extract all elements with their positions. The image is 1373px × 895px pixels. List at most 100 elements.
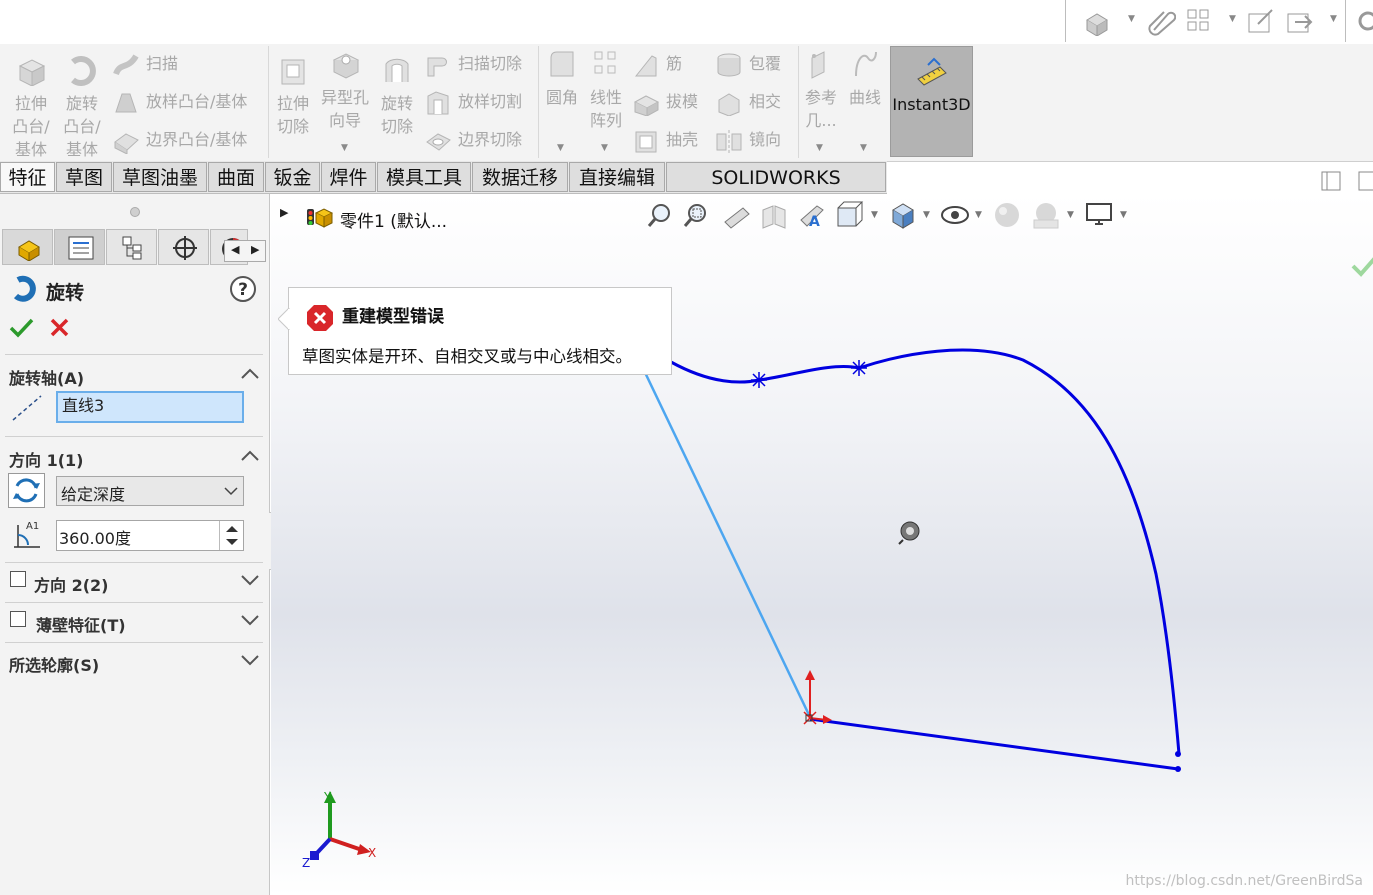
scroll-right-icon[interactable]: ▶: [251, 243, 259, 256]
tab-mold-tools[interactable]: 模具工具: [377, 162, 471, 192]
axis-selection-box[interactable]: 直线3: [56, 391, 244, 423]
chevron-down-icon[interactable]: ▼: [1229, 14, 1236, 24]
tab-feature-manager[interactable]: [2, 229, 53, 265]
chevron-down-icon[interactable]: [240, 613, 260, 627]
panel-grip-handle[interactable]: [130, 207, 140, 217]
fillet-button[interactable]: 圆角: [541, 48, 583, 109]
tab-dimxpert-manager[interactable]: [158, 229, 209, 265]
ok-checkmark-icon[interactable]: [8, 316, 36, 340]
sketch-endpoint[interactable]: [1175, 766, 1181, 772]
chevron-down-icon[interactable]: ▼: [923, 210, 930, 220]
grid-icon[interactable]: [1186, 6, 1214, 36]
tab-data-migration[interactable]: 数据迁移: [472, 162, 568, 192]
loft-boss-button[interactable]: 放样凸台/基体: [112, 87, 247, 117]
chevron-down-icon[interactable]: ▼: [341, 143, 348, 153]
help-icon[interactable]: ?: [229, 274, 259, 304]
chevron-down-icon[interactable]: ▼: [975, 210, 982, 220]
chevron-down-icon[interactable]: ▼: [860, 143, 867, 153]
origin-marker[interactable]: [803, 670, 832, 725]
chevron-down-icon[interactable]: ▼: [557, 143, 564, 153]
mirror-button[interactable]: 镜向: [715, 125, 781, 155]
cancel-x-icon[interactable]: [48, 316, 72, 340]
edit-appearance-icon[interactable]: [991, 200, 1023, 230]
spin-up-icon[interactable]: [225, 524, 239, 533]
boundary-boss-button[interactable]: 边界凸台/基体: [112, 125, 247, 155]
collapse-panel-icon[interactable]: [1320, 170, 1342, 192]
chevron-up-icon[interactable]: [240, 448, 260, 462]
boundary-cut-button[interactable]: 边界切除: [424, 125, 522, 155]
section-view-icon[interactable]: [759, 202, 789, 230]
zoom-to-fit-icon[interactable]: [646, 202, 674, 230]
part-name-label[interactable]: 零件1 (默认...: [340, 207, 447, 232]
apply-scene-icon[interactable]: [1030, 200, 1062, 230]
hole-wizard-button[interactable]: 异型孔 向导: [318, 48, 372, 132]
tab-solidworks-inspection[interactable]: SOLIDWORKS Inspection: [666, 162, 886, 219]
edit-component-icon[interactable]: [1246, 6, 1276, 36]
tab-features[interactable]: 特征: [0, 162, 55, 192]
tab-direct-editing[interactable]: 直接编辑: [569, 162, 665, 192]
sweep-button[interactable]: 扫描: [112, 49, 178, 79]
lofted-cut-button[interactable]: 放样切割: [424, 87, 522, 117]
tab-sketch[interactable]: 草图: [56, 162, 112, 192]
display-style-icon[interactable]: [887, 200, 919, 230]
end-condition-dropdown[interactable]: 给定深度: [56, 476, 244, 506]
thin-feature-checkbox[interactable]: [10, 611, 26, 627]
paperclip-icon[interactable]: [1146, 6, 1176, 36]
chevron-down-icon[interactable]: ▼: [1128, 14, 1135, 24]
revolve-cut-button[interactable]: 旋转 切除: [374, 54, 420, 138]
chevron-up-icon[interactable]: [240, 366, 260, 380]
part-icon[interactable]: [304, 201, 334, 231]
reference-geometry-button[interactable]: 参考 几...: [800, 48, 842, 132]
sketch-endpoint[interactable]: [1175, 751, 1181, 757]
scroll-left-icon[interactable]: ◀: [231, 243, 239, 256]
revolve-boss-button[interactable]: 旋转 凸台/ 基体: [59, 54, 105, 161]
tab-sketch-ink[interactable]: 草图油墨: [113, 162, 207, 192]
chevron-down-icon[interactable]: ▼: [1120, 210, 1127, 220]
angle-input[interactable]: 360.00度: [56, 520, 244, 551]
sketch-spline[interactable]: [670, 348, 1181, 755]
axis-section-title[interactable]: 旋转轴(A): [9, 365, 84, 389]
thin-feature-section-title[interactable]: 薄壁特征(T): [36, 612, 126, 636]
angle-spinner[interactable]: [219, 521, 244, 550]
zoom-to-area-icon[interactable]: [682, 202, 710, 230]
chevron-down-icon[interactable]: ▼: [1330, 14, 1337, 24]
curves-button[interactable]: 曲线: [845, 48, 885, 109]
linear-pattern-button[interactable]: 线性 阵列: [584, 48, 628, 132]
view-orientation-icon[interactable]: [834, 200, 866, 230]
direction1-section-title[interactable]: 方向 1(1): [9, 447, 83, 471]
swept-cut-button[interactable]: 扫描切除: [424, 49, 522, 79]
task-pane-icon[interactable]: [1355, 170, 1373, 192]
spline-point-marker[interactable]: [751, 372, 767, 388]
instant3d-button[interactable]: Instant3D: [890, 46, 973, 157]
expand-arrow-icon[interactable]: ▶: [280, 206, 288, 219]
tab-configuration-manager[interactable]: [106, 229, 157, 265]
chevron-down-icon[interactable]: ▼: [1067, 210, 1074, 220]
centerline-3[interactable]: [638, 361, 812, 718]
tab-weldments[interactable]: 焊件: [321, 162, 376, 192]
intersect-button[interactable]: 相交: [715, 87, 781, 117]
spline-point-marker[interactable]: [851, 360, 867, 376]
extrude-boss-button[interactable]: 拉伸 凸台/ 基体: [8, 54, 54, 161]
tab-surfaces[interactable]: 曲面: [208, 162, 264, 192]
extrude-cut-button[interactable]: 拉伸 切除: [270, 54, 316, 138]
chevron-down-icon[interactable]: ▼: [871, 210, 878, 220]
hide-show-items-icon[interactable]: [939, 200, 971, 230]
tab-property-manager[interactable]: [54, 229, 105, 265]
view-settings-icon[interactable]: [1083, 200, 1115, 230]
direction2-section-title[interactable]: 方向 2(2): [34, 572, 108, 596]
draft-button[interactable]: 拔模: [632, 87, 698, 117]
previous-view-icon[interactable]: [721, 202, 751, 230]
insert-component-icon[interactable]: [1285, 6, 1315, 36]
tab-scroll-arrows[interactable]: ◀ ▶: [224, 240, 266, 262]
reverse-direction-button[interactable]: [8, 473, 45, 508]
chevron-down-icon[interactable]: [240, 573, 260, 587]
rib-button[interactable]: 筋: [632, 49, 682, 79]
chevron-down-icon[interactable]: ▼: [601, 143, 608, 153]
assembly-icon[interactable]: [1083, 6, 1117, 36]
shell-button[interactable]: 抽壳: [632, 125, 698, 155]
settings-icon[interactable]: [1352, 6, 1373, 36]
confirmation-corner-icon[interactable]: [1351, 254, 1373, 280]
wrap-button[interactable]: 包覆: [715, 49, 781, 79]
dynamic-annotation-icon[interactable]: A: [797, 200, 829, 230]
sketch-line-bottom[interactable]: [809, 717, 1179, 771]
